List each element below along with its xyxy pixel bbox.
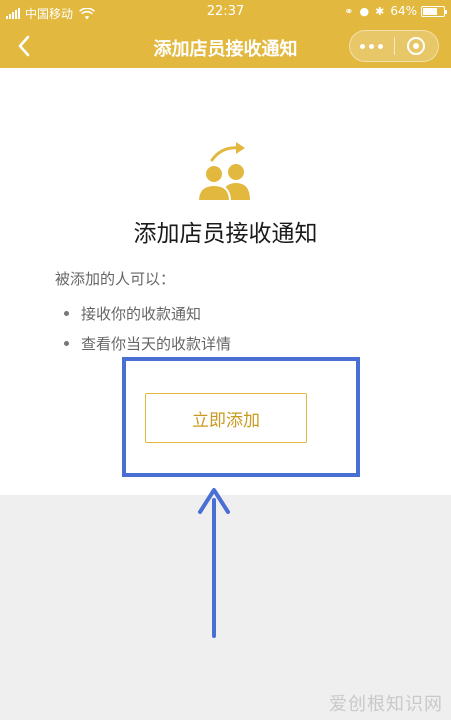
watermark: 爱创根知识网 [329, 694, 443, 715]
add-staff-icon [196, 142, 250, 202]
rotation-lock-icon: ⚭ [344, 4, 354, 18]
close-mini-program-button[interactable] [394, 31, 438, 61]
bluetooth-icon: ✱ [375, 4, 385, 18]
alarm-icon: ● [359, 4, 370, 18]
list-item: 查看你当天的收款详情 [64, 333, 231, 354]
annotation-arrow-icon [198, 488, 230, 638]
permission-text: 接收你的收款通知 [81, 305, 202, 323]
list-item: 接收你的收款通知 [64, 303, 201, 324]
mini-program-capsule [349, 30, 439, 62]
page-heading: 添加店员接收通知 [133, 221, 318, 247]
more-button[interactable] [350, 31, 394, 61]
battery-icon [421, 5, 447, 17]
bullet-icon [64, 341, 69, 346]
chevron-left-icon [18, 35, 30, 57]
more-dots-icon [358, 43, 385, 49]
nav-bar: 添加店员接收通知 [0, 24, 451, 68]
permission-text: 查看你当天的收款详情 [81, 335, 232, 353]
status-bar: 中国移动 22:37 ⚭ ● ✱ 64% [0, 0, 451, 24]
add-now-button[interactable]: 立即添加 [145, 393, 307, 443]
permission-intro: 被添加的人可以： [55, 270, 176, 288]
battery-percent: 64% [390, 4, 417, 18]
bullet-icon [64, 311, 69, 316]
back-button[interactable] [6, 28, 42, 64]
status-right: ⚭ ● ✱ 64% [344, 4, 447, 18]
target-close-icon [407, 37, 426, 55]
main-content: 添加店员接收通知 被添加的人可以： 接收你的收款通知 查看你当天的收款详情 立即… [0, 68, 451, 495]
